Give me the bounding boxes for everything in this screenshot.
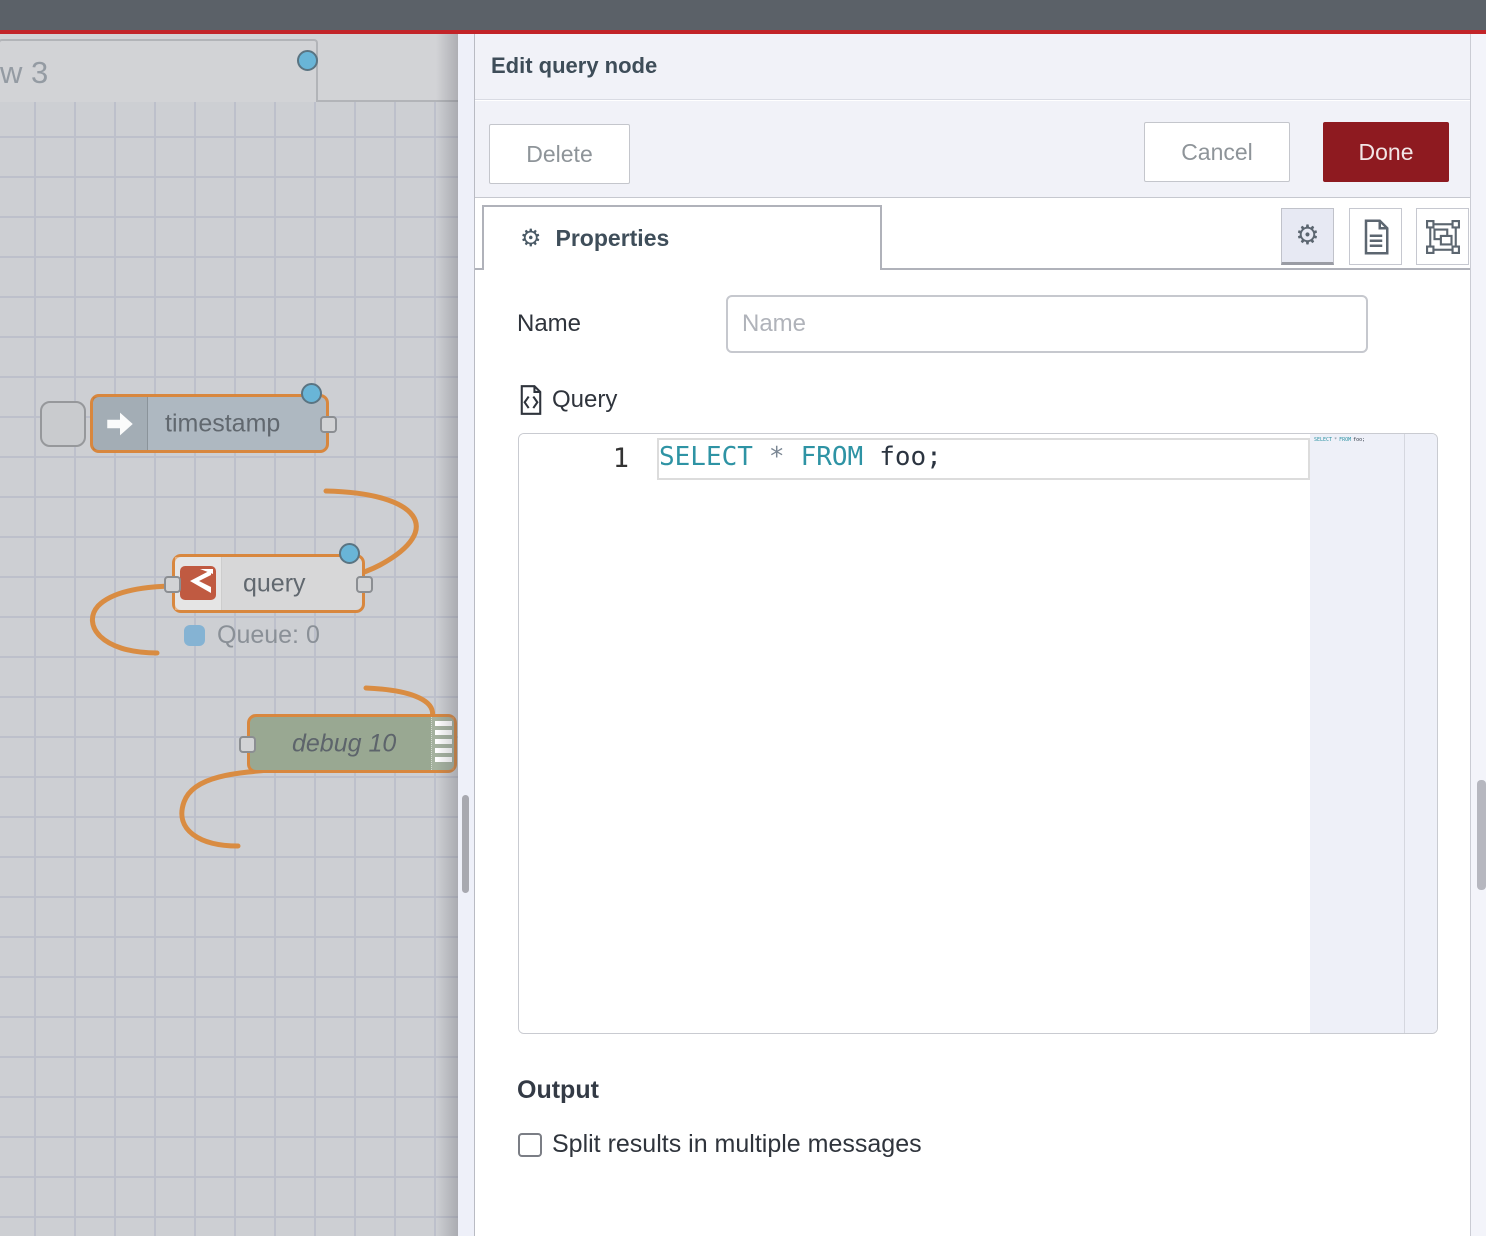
editor-gutter: 1: [519, 434, 657, 1033]
dialog-title: Edit query node: [491, 53, 657, 79]
editor-code-line[interactable]: SELECT * FROM foo;: [659, 442, 942, 472]
debug-input-port[interactable]: [239, 736, 256, 753]
dialog-tabbar: ⚙ Properties ⚙: [475, 198, 1471, 270]
inject-arrow-icon: [103, 407, 137, 441]
sql-identifier: foo;: [879, 442, 942, 472]
inject-icon-region: [93, 397, 148, 450]
minimap-divider: [1404, 434, 1405, 1033]
node-query-label: query: [243, 569, 306, 598]
workspace-tabbar: w 3: [0, 34, 458, 102]
flow-canvas[interactable]: timestamp query: [0, 102, 458, 1236]
flow-tab[interactable]: w 3: [0, 39, 318, 104]
query-node-status: Queue: 0: [184, 621, 320, 650]
gear-icon: ⚙: [520, 224, 542, 253]
timestamp-output-port[interactable]: [320, 416, 337, 433]
document-icon: [1361, 219, 1391, 255]
tab-properties[interactable]: ⚙ Properties: [482, 205, 882, 270]
cancel-button[interactable]: Cancel: [1144, 122, 1290, 182]
inject-button[interactable]: [40, 401, 86, 447]
tray-scrollbar-thumb[interactable]: [462, 795, 469, 893]
sql-operator: *: [769, 442, 785, 472]
page-scrollbar-thumb[interactable]: [1477, 780, 1486, 890]
page-scrollbar-track[interactable]: [1470, 34, 1486, 1236]
minimap-code-preview: SELECT * FROM foo;: [1314, 437, 1365, 443]
properties-view-button[interactable]: ⚙: [1281, 208, 1334, 265]
query-field-label: Query: [552, 386, 617, 414]
editor-line-number: 1: [519, 443, 629, 474]
sql-code-editor[interactable]: 1 SELECT * FROM foo; SELECT * FROM foo;: [518, 433, 1438, 1034]
dialog-body: Name Query 1 SELECT * FR: [475, 270, 1471, 1236]
flow-changed-indicator: [297, 50, 318, 71]
gear-icon: ⚙: [1295, 220, 1319, 251]
node-timestamp[interactable]: timestamp: [90, 394, 329, 453]
flow-tab-label: w 3: [0, 55, 48, 91]
node-query[interactable]: query: [172, 554, 365, 613]
query-input-port[interactable]: [164, 576, 181, 593]
sql-keyword: FROM: [801, 442, 864, 472]
dialog-action-bar: Delete Cancel Done: [475, 101, 1471, 198]
dialog-header: Edit query node: [475, 34, 1471, 100]
workspace-edge-shadow: [436, 34, 458, 1236]
database-icon: [180, 566, 216, 600]
node-debug-label: debug 10: [292, 729, 396, 758]
status-dot-icon: [184, 625, 205, 646]
split-results-checkbox[interactable]: [518, 1133, 542, 1157]
editor-minimap[interactable]: SELECT * FROM foo;: [1310, 434, 1437, 1033]
node-debug[interactable]: debug 10: [247, 714, 457, 773]
query-icon-region: [175, 557, 222, 610]
appearance-icon: [1426, 220, 1460, 254]
node-timestamp-label: timestamp: [165, 409, 280, 438]
flow-workspace[interactable]: w 3 timestamp: [0, 34, 458, 1236]
appearance-view-button[interactable]: [1416, 208, 1469, 265]
name-input[interactable]: [726, 295, 1368, 353]
wires-layer: [0, 102, 458, 1236]
output-section-heading: Output: [517, 1076, 599, 1105]
description-view-button[interactable]: [1349, 208, 1402, 265]
tray-scrollbar-track[interactable]: [458, 34, 474, 1236]
done-button[interactable]: Done: [1323, 122, 1449, 182]
tab-properties-label: Properties: [556, 225, 670, 252]
node-red-editor: w 3 timestamp: [0, 0, 1486, 1236]
timestamp-changed-indicator: [301, 383, 322, 404]
sql-keyword: SELECT: [659, 442, 753, 472]
query-output-port[interactable]: [356, 576, 373, 593]
edit-node-dialog: Edit query node Delete Cancel Done ⚙ Pro…: [474, 34, 1470, 1236]
app-header-bar: [0, 0, 1486, 30]
split-results-label: Split results in multiple messages: [552, 1130, 922, 1159]
name-field-label: Name: [517, 310, 581, 338]
query-field-row: Query: [518, 385, 617, 415]
split-results-row: Split results in multiple messages: [518, 1130, 922, 1159]
file-code-icon: [518, 385, 544, 415]
query-changed-indicator: [339, 543, 360, 564]
query-status-text: Queue: 0: [217, 621, 320, 650]
delete-button[interactable]: Delete: [489, 124, 630, 184]
